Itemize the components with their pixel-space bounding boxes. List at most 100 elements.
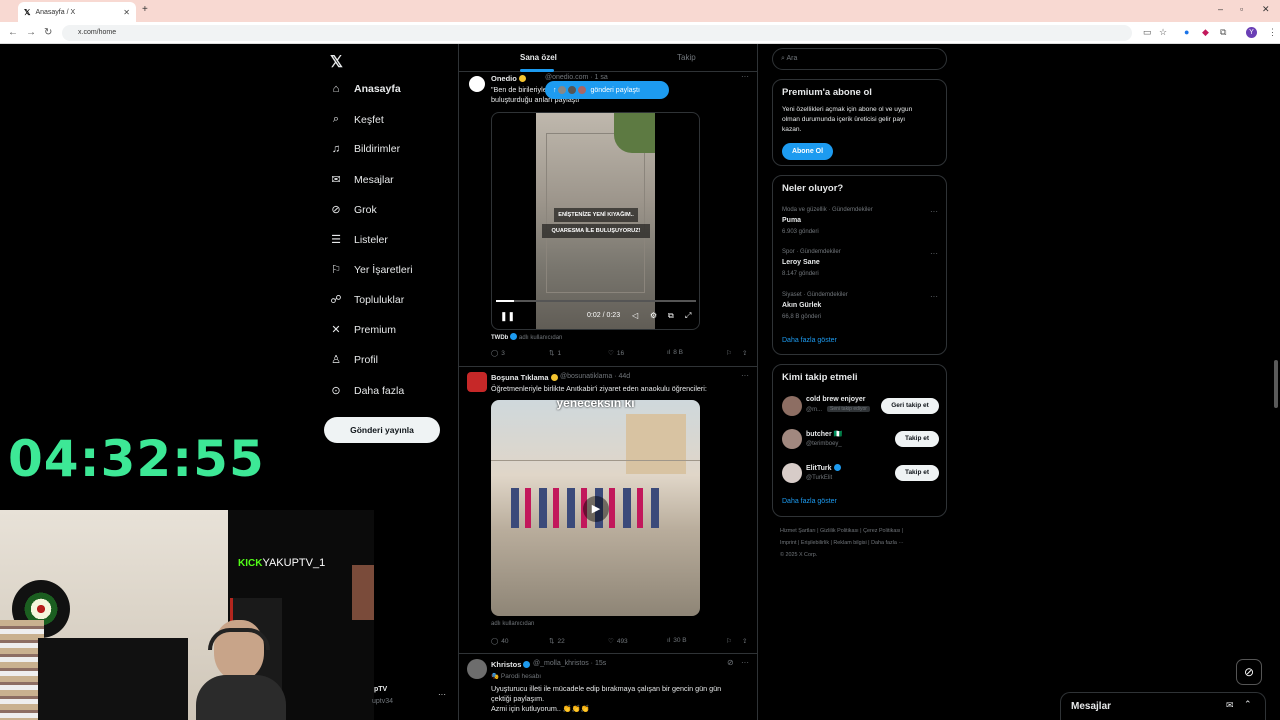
expand-icon[interactable]: ⌃	[1244, 699, 1252, 710]
user-name[interactable]: cold brew enjoyer	[806, 396, 866, 403]
post-button[interactable]: Gönderi yayınla	[324, 417, 440, 443]
nav-explore[interactable]: ⌕ Keşfet	[330, 113, 384, 126]
parody-label: 🎭 Parodi hesabı	[491, 673, 542, 680]
cast-icon[interactable]: ▭	[1143, 27, 1152, 38]
new-message-icon[interactable]: ✉	[1226, 700, 1234, 711]
trend-name[interactable]: Leroy Sane	[782, 259, 820, 266]
video-player[interactable]: ENİŞTENİZE YENİ KIYAĞIM.. QUARESMA İLE B…	[491, 112, 700, 330]
more-icon[interactable]: ···	[930, 292, 938, 301]
repost-button[interactable]: ⇅ 1	[549, 349, 561, 358]
avatar[interactable]	[782, 429, 802, 449]
user-name[interactable]: ElitTurk	[806, 464, 841, 472]
like-button[interactable]: ♡ 493	[608, 637, 628, 646]
follow-button[interactable]: Takip et	[895, 465, 939, 481]
views-button[interactable]: ıl 8 B	[667, 349, 683, 356]
nav-profile[interactable]: ♙ Profil	[330, 353, 378, 367]
avatar[interactable]	[782, 463, 802, 483]
scrollbar-thumb[interactable]	[1274, 360, 1278, 408]
source-attribution[interactable]: adlı kullanıcıdan	[491, 621, 534, 627]
more-icon[interactable]: ···	[741, 72, 749, 81]
x-logo-icon[interactable]: 𝕏	[330, 52, 343, 72]
nav-messages[interactable]: ✉ Mesajlar	[330, 173, 393, 187]
maximize-icon[interactable]: ▫	[1240, 4, 1243, 14]
tweet-author-name[interactable]: Onedio	[491, 74, 526, 83]
follow-button[interactable]: Takip et	[895, 431, 939, 447]
fullscreen-icon[interactable]: ⤢	[685, 311, 691, 321]
repost-button[interactable]: ⇅ 22	[549, 637, 565, 646]
tab-close-icon[interactable]: ✕	[123, 8, 130, 17]
bookmark-button[interactable]: ⚐	[726, 349, 732, 357]
nav-notifications[interactable]: ♫ Bildirimler	[330, 143, 400, 155]
avatar[interactable]	[467, 659, 487, 679]
url-field[interactable]: x.com/home	[62, 25, 1132, 41]
reply-button[interactable]: ◯ 3	[491, 349, 505, 358]
tab-for-you[interactable]: Sana özel	[520, 53, 557, 62]
nav-lists[interactable]: ☰ Listeler	[330, 233, 388, 247]
tweet-handle: @bosunatiklama · 44d	[560, 373, 631, 380]
video-thumbnail[interactable]: yeneceksin ki ▶	[491, 400, 700, 616]
nav-home[interactable]: ⌂ Anasayfa	[330, 83, 401, 95]
show-more-link[interactable]: Daha fazla göster	[782, 498, 837, 505]
user-name[interactable]: butcher 🇳🇬	[806, 430, 842, 438]
browser-tab[interactable]: 𝕏 Anasayfa / X ✕	[18, 2, 136, 22]
video-progress-bar[interactable]	[496, 300, 696, 302]
pip-icon[interactable]: ⧉	[668, 311, 674, 321]
more-icon[interactable]: ···	[930, 207, 938, 216]
show-more-link[interactable]: Daha fazla göster	[782, 337, 837, 344]
nav-communities[interactable]: ☍ Topluluklar	[330, 293, 404, 307]
reply-button[interactable]: ◯ 40	[491, 637, 509, 646]
messages-drawer[interactable]: Mesajlar ✉ ⌃	[1060, 692, 1266, 720]
close-window-icon[interactable]: ✕	[1262, 4, 1270, 15]
avatar[interactable]	[467, 74, 487, 94]
new-tab-icon[interactable]: +	[142, 4, 148, 15]
tab-following[interactable]: Takip	[677, 53, 696, 62]
search-input[interactable]: ⌕ Ara	[772, 48, 947, 70]
share-button[interactable]: ⇪	[742, 637, 747, 645]
nav-premium[interactable]: ✕ Premium	[330, 323, 397, 337]
nav-label: Listeler	[354, 233, 388, 246]
grok-fab-icon[interactable]: ⊘	[1236, 659, 1262, 685]
reload-icon[interactable]: ↻	[44, 27, 52, 38]
new-posts-pill[interactable]: ↑ gönderi paylaştı	[545, 81, 669, 99]
puzzle-icon[interactable]: ⧉	[1220, 27, 1226, 38]
views-button[interactable]: ıl 30 B	[667, 637, 687, 644]
play-icon[interactable]: ▶	[583, 496, 609, 522]
trend-name[interactable]: Puma	[782, 217, 801, 224]
nav-more[interactable]: ⊙ Daha fazla	[330, 384, 404, 398]
account-name[interactable]: pTV	[374, 686, 387, 693]
nav-grok[interactable]: ⊘ Grok	[330, 203, 376, 217]
pause-icon[interactable]: ❚❚	[500, 311, 515, 322]
account-more-icon[interactable]: ···	[438, 690, 446, 699]
more-icon[interactable]: ···	[741, 658, 749, 667]
account-handle: uptv34	[372, 698, 394, 705]
back-icon[interactable]: ←	[8, 27, 18, 38]
follow-back-button[interactable]: Geri takip et	[881, 398, 939, 414]
forward-icon[interactable]: →	[26, 27, 36, 38]
profile-avatar[interactable]: Y	[1246, 27, 1257, 38]
tweet-author-name[interactable]: Khristos	[491, 660, 531, 669]
footer-line[interactable]: Hizmet Şartları | Gizlilik Politikası | …	[780, 525, 945, 537]
more-icon[interactable]: ···	[930, 249, 938, 258]
subscribe-button[interactable]: Abone Ol	[782, 143, 833, 160]
share-button[interactable]: ⇪	[742, 349, 747, 357]
footer-line[interactable]: Imprint | Erişilebilirlik | Reklam bilgi…	[780, 537, 945, 549]
avatar[interactable]	[782, 396, 802, 416]
extension-icon-2[interactable]: ◆	[1202, 27, 1209, 38]
extension-icon[interactable]: ●	[1184, 27, 1189, 37]
minimize-icon[interactable]: –	[1218, 4, 1223, 14]
trend-name[interactable]: Akın Gürlek	[782, 302, 821, 309]
menu-icon[interactable]: ⋮	[1268, 27, 1277, 38]
mute-icon[interactable]: ◁	[632, 311, 638, 320]
grok-icon[interactable]: ⊘	[727, 658, 734, 667]
video-frame: ENİŞTENİZE YENİ KIYAĞIM.. QUARESMA İLE B…	[536, 113, 655, 329]
avatar[interactable]	[467, 372, 487, 392]
nav-label: Premium	[354, 323, 397, 336]
nav-bookmarks[interactable]: ⚐ Yer İşaretleri	[330, 263, 413, 277]
bookmark-button[interactable]: ⚐	[726, 637, 732, 645]
like-button[interactable]: ♡ 16	[608, 349, 624, 358]
tweet-author-name[interactable]: Boşuna Tıklama	[491, 373, 558, 382]
source-attribution[interactable]: TWDb adlı kullanıcıdan	[491, 333, 562, 341]
more-icon[interactable]: ···	[741, 371, 749, 380]
star-icon[interactable]: ☆	[1159, 27, 1167, 38]
settings-icon[interactable]: ⚙	[650, 311, 657, 320]
